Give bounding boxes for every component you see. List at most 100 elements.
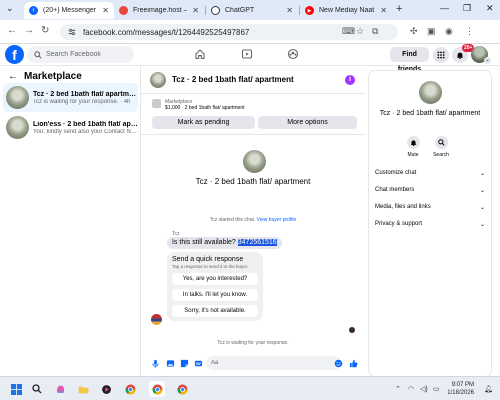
- facebook-logo-icon[interactable]: f: [5, 45, 24, 64]
- facebook-search[interactable]: [27, 46, 134, 63]
- volume-icon[interactable]: ◁): [420, 385, 428, 393]
- close-tab-icon[interactable]: ✕: [192, 6, 199, 15]
- chevron-down-icon: ⌄: [479, 221, 485, 228]
- close-tab-icon[interactable]: ✕: [102, 6, 109, 15]
- copilot-app[interactable]: [52, 381, 68, 397]
- tab-youtube[interactable]: ▶ New Mediay Naat Naat ✕: [300, 2, 392, 19]
- tab-messenger[interactable]: f (20+) Messenger | Faceb ✕: [24, 2, 114, 19]
- extensions-puzzle-icon[interactable]: ✣: [410, 26, 418, 37]
- chrome-icon: [152, 384, 162, 394]
- customize-chat-section[interactable]: Customize chat ⌄: [375, 167, 485, 179]
- view-buyer-profile-link[interactable]: View buyer profile: [257, 217, 297, 223]
- conversation-preview: Tcz is waiting for your response. · 4h: [33, 98, 131, 105]
- microphone-icon[interactable]: [151, 359, 160, 368]
- home-icon[interactable]: [194, 48, 206, 60]
- chat-started-notice: Tcz started this chat. View buyer profil…: [141, 217, 365, 223]
- chat-members-section[interactable]: Chat members ⌄: [375, 184, 485, 196]
- taskbar-search-button[interactable]: [29, 381, 45, 397]
- quick-reply-not-available-button[interactable]: Sorry, it's not available.: [172, 305, 258, 317]
- tab-search-icon[interactable]: ⌄: [6, 3, 14, 14]
- tab-freeimage[interactable]: Freeimage.host — Imag ✕: [114, 2, 204, 19]
- mute-action[interactable]: Mute: [401, 136, 425, 158]
- quick-response-card: Send a quick response Tap a response to …: [167, 252, 263, 321]
- youtube-favicon-icon: ▶: [305, 6, 314, 15]
- media-files-links-section[interactable]: Media, files and links ⌄: [375, 201, 485, 213]
- sticker-icon[interactable]: [180, 359, 189, 368]
- taskbar-clock[interactable]: 9:07 PM 1/18/2026: [440, 381, 474, 397]
- battery-icon[interactable]: ▭: [433, 385, 440, 393]
- search-input[interactable]: [46, 51, 134, 58]
- quick-reply-yes-button[interactable]: Yes, are you interested?: [172, 273, 258, 285]
- chrome-app-active[interactable]: [149, 381, 165, 397]
- wifi-icon[interactable]: ◠: [408, 385, 414, 393]
- buyer-avatar[interactable]: [151, 314, 162, 325]
- start-button[interactable]: [8, 381, 24, 397]
- close-tab-icon[interactable]: ✕: [286, 6, 293, 15]
- mark-as-pending-button[interactable]: Mark as pending: [152, 116, 255, 129]
- message-bubble[interactable]: Is this still available? 3472561516: [167, 237, 282, 249]
- extension-icon[interactable]: ⧉: [372, 26, 378, 37]
- chat-profile-avatar[interactable]: [243, 150, 266, 173]
- mute-button[interactable]: [406, 136, 420, 149]
- window-close-icon[interactable]: ✕: [486, 3, 494, 14]
- chat-title[interactable]: Tcz · 2 bed 1bath flat/ apartment: [172, 75, 294, 84]
- photo-icon[interactable]: [166, 359, 175, 368]
- more-options-button[interactable]: More options: [258, 116, 357, 129]
- translate-icon[interactable]: ⌨: [342, 26, 355, 37]
- privacy-support-section[interactable]: Privacy & support ⌄: [375, 218, 485, 230]
- message-input-box[interactable]: [206, 356, 341, 370]
- chat-avatar[interactable]: [150, 72, 166, 88]
- emoji-icon[interactable]: [334, 359, 343, 368]
- clock-date: 1/18/2026: [447, 390, 474, 396]
- conversation-name: Lion'ess · 2 bed 1bath flat/ apartment: [33, 120, 138, 128]
- chevron-down-icon: ⌄: [479, 204, 485, 211]
- close-tab-icon[interactable]: ✕: [380, 6, 387, 15]
- conversation-info-icon[interactable]: i: [345, 75, 355, 85]
- chrome-app[interactable]: [122, 381, 138, 397]
- details-avatar[interactable]: [419, 81, 442, 104]
- find-friends-button[interactable]: Find friends: [390, 47, 429, 73]
- conversation-avatar: [6, 116, 29, 139]
- menu-grid-button[interactable]: [433, 47, 449, 63]
- quick-reply-in-talks-button[interactable]: In talks. I'll let you know.: [172, 289, 258, 301]
- new-tab-icon[interactable]: +: [396, 3, 402, 15]
- browser-menu-icon[interactable]: ⋮: [465, 26, 474, 37]
- bookmark-star-icon[interactable]: ☆: [356, 26, 364, 37]
- conversation-item-tcz[interactable]: Tcz · 2 bed 1bath flat/ apartment Tcz is…: [3, 83, 138, 112]
- chrome-profile-app[interactable]: [174, 381, 190, 397]
- chevron-down-icon: ⌄: [479, 170, 485, 177]
- seen-avatar: [349, 327, 355, 333]
- selected-phone-number[interactable]: 3472561516: [237, 239, 277, 246]
- section-label: Chat members: [375, 187, 415, 193]
- listing-thumbnail[interactable]: [152, 99, 161, 108]
- tab-chatgpt[interactable]: ChatGPT ✕: [206, 2, 298, 19]
- search-action[interactable]: Search: [429, 136, 453, 158]
- notification-bell-icon[interactable]: 🔔︎: [484, 385, 493, 393]
- conversation-item-lioness[interactable]: Lion'ess · 2 bed 1bath flat/ apartment Y…: [3, 113, 138, 142]
- account-chevron-down-icon[interactable]: ⌄: [484, 57, 491, 64]
- listing-detail[interactable]: $1,000 · 2 bed 1bath flat/ apartment: [165, 105, 245, 111]
- site-settings-icon[interactable]: [68, 28, 76, 36]
- forward-icon[interactable]: →: [24, 25, 34, 36]
- media-app[interactable]: [98, 381, 114, 397]
- minimize-icon[interactable]: —: [440, 3, 449, 13]
- back-icon[interactable]: ←: [7, 25, 17, 36]
- conversation-preview: You: kindly send also your Contact Nu...…: [33, 128, 138, 135]
- grid-icon: [437, 51, 445, 59]
- maximize-icon[interactable]: ❐: [463, 3, 471, 14]
- reload-icon[interactable]: ↻: [41, 25, 49, 36]
- gif-icon[interactable]: GIF: [194, 359, 203, 368]
- groups-icon[interactable]: [287, 48, 299, 60]
- video-icon[interactable]: [241, 48, 253, 60]
- tray-chevron-up-icon[interactable]: ⌃: [395, 385, 401, 393]
- search-conversation-button[interactable]: [434, 136, 448, 149]
- sidepanel-icon[interactable]: ▣: [427, 26, 436, 37]
- chrome-icon: [125, 384, 135, 394]
- conversation-name: Tcz · 2 bed 1bath flat/ apartment: [33, 90, 138, 98]
- back-arrow-icon[interactable]: ←: [8, 71, 18, 82]
- clock-time: 9:07 PM: [451, 382, 474, 388]
- message-input[interactable]: [211, 360, 331, 366]
- file-explorer-app[interactable]: [75, 381, 91, 397]
- thumbs-up-icon[interactable]: [349, 359, 358, 368]
- profile-icon[interactable]: ◉: [445, 26, 453, 37]
